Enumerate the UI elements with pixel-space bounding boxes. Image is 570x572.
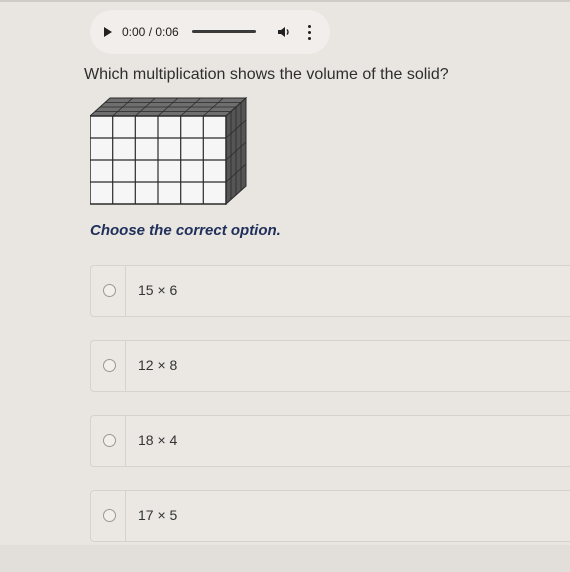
top-divider: [0, 0, 570, 2]
bottom-area: [0, 545, 570, 572]
radio-cell[interactable]: [91, 491, 126, 541]
option-1[interactable]: 15 × 6: [90, 265, 570, 317]
option-label: 15 × 6: [138, 282, 178, 298]
audio-player[interactable]: 0:00 / 0:06: [90, 10, 330, 54]
more-options-icon[interactable]: [306, 23, 312, 41]
play-icon[interactable]: [104, 27, 112, 37]
radio-button[interactable]: [103, 284, 116, 297]
option-label: 18 × 4: [138, 432, 178, 448]
radio-button[interactable]: [103, 509, 116, 522]
radio-cell[interactable]: [91, 341, 126, 391]
question-text: Which multiplication shows the volume of…: [84, 66, 449, 83]
audio-time: 0:00 / 0:06: [122, 25, 179, 39]
audio-progress-bar[interactable]: [192, 30, 256, 33]
option-3[interactable]: 18 × 4: [90, 415, 570, 467]
option-label: 17 × 5: [138, 507, 178, 523]
radio-button[interactable]: [103, 359, 116, 372]
volume-icon[interactable]: [276, 24, 292, 40]
option-label: 12 × 8: [138, 357, 178, 373]
radio-cell[interactable]: [91, 266, 126, 316]
option-4[interactable]: 17 × 5: [90, 490, 570, 542]
instruction-text: Choose the correct option.: [90, 222, 281, 239]
radio-cell[interactable]: [91, 416, 126, 466]
radio-button[interactable]: [103, 434, 116, 447]
rectangular-prism-figure: [88, 96, 250, 213]
option-2[interactable]: 12 × 8: [90, 340, 570, 392]
